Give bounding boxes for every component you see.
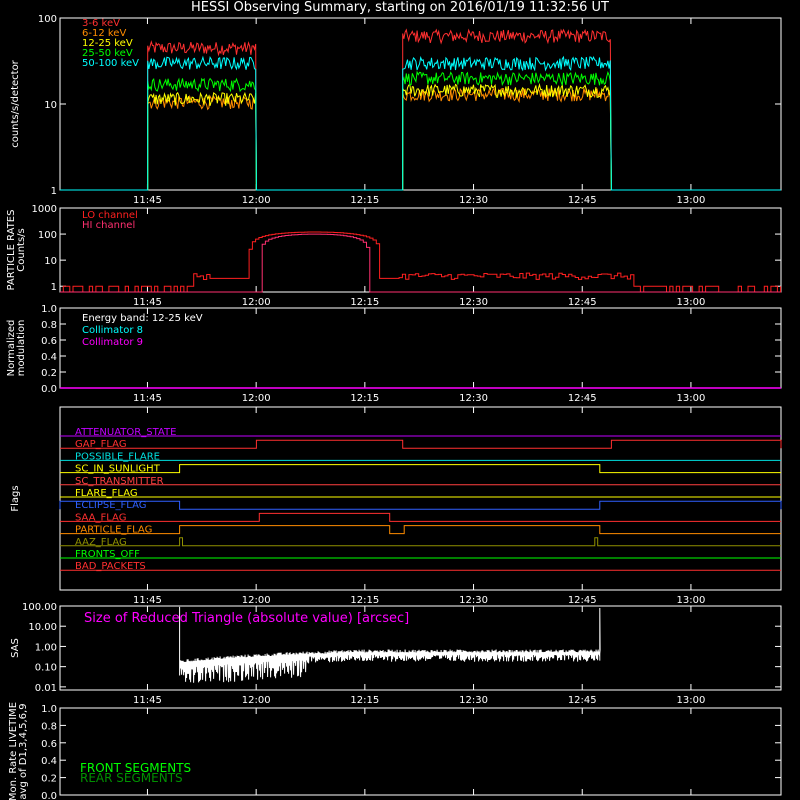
x-tick-label: 12:45 bbox=[568, 393, 597, 404]
x-tick-label: 11:45 bbox=[133, 393, 162, 404]
legend-entry: REAR SEGMENTS bbox=[80, 771, 183, 785]
y-axis-label: SAS bbox=[10, 638, 21, 658]
x-tick-label: 12:00 bbox=[242, 195, 271, 206]
y-tick-label: 0.2 bbox=[41, 368, 57, 379]
flag-label: FRONTS_OFF bbox=[75, 549, 140, 560]
flag-line bbox=[60, 464, 781, 474]
y-tick-label: 0.2 bbox=[41, 774, 57, 785]
series-line bbox=[60, 231, 782, 293]
flag-label: ECLIPSE_FLAG bbox=[75, 500, 146, 511]
x-tick-label: 12:15 bbox=[350, 195, 379, 206]
x-tick-label: 12:00 bbox=[242, 393, 271, 404]
flag-line bbox=[60, 525, 781, 535]
x-tick-label: 13:00 bbox=[677, 297, 706, 308]
x-tick-label: 12:30 bbox=[459, 393, 488, 404]
x-tick-label: 12:30 bbox=[459, 195, 488, 206]
x-tick-label: 12:00 bbox=[242, 595, 271, 606]
y-tick-label: 0.4 bbox=[41, 352, 57, 363]
flag-line bbox=[59, 500, 782, 510]
flag-label: GAP_FLAG bbox=[75, 439, 127, 450]
y-tick-label: 10 bbox=[44, 100, 57, 111]
x-tick-label: 11:45 bbox=[133, 595, 162, 606]
x-tick-label: 11:45 bbox=[133, 695, 162, 706]
legend-entry: Collimator 8 bbox=[82, 325, 143, 336]
series-line bbox=[60, 28, 781, 191]
x-tick-label: 12:30 bbox=[459, 297, 488, 308]
x-tick-label: 12:30 bbox=[459, 595, 488, 606]
summary-plot: 11:45 12:00 12:15 12:30 12:45 13:00 1 10 100 coun… bbox=[6, 14, 782, 800]
flag-label: FLARE_FLAG bbox=[75, 488, 138, 499]
y-tick-label: 100 bbox=[38, 230, 57, 241]
y-tick-label: 1 bbox=[51, 282, 57, 293]
x-tick-label: 12:45 bbox=[568, 595, 597, 606]
y-axis-label: Flags bbox=[10, 485, 21, 511]
x-tick-label: 13:00 bbox=[677, 595, 706, 606]
annotation: Energy band: 12-25 keV bbox=[82, 313, 203, 324]
x-tick-label: 13:00 bbox=[677, 695, 706, 706]
y-tick-label: 100.00 bbox=[22, 602, 57, 613]
y-tick-label: 1000 bbox=[32, 204, 57, 215]
flag-label: AAZ_FLAG bbox=[75, 537, 127, 548]
x-tick-label: 12:15 bbox=[350, 297, 379, 308]
y-tick-label: 0.10 bbox=[35, 663, 57, 674]
y-axis-label: counts/s/detector bbox=[10, 59, 21, 147]
panel-frame-particle-rates bbox=[59, 207, 782, 293]
y-tick-label: 1.0 bbox=[41, 704, 57, 715]
x-tick-label: 12:00 bbox=[242, 695, 271, 706]
flag-label: SAA_FLAG bbox=[75, 512, 126, 523]
y-tick-label: 0.01 bbox=[35, 683, 57, 694]
y-tick-label: 1 bbox=[51, 186, 57, 197]
y-tick-label: 0.6 bbox=[41, 336, 57, 347]
y-tick-label: 0.8 bbox=[41, 721, 57, 732]
y-tick-label: 0.8 bbox=[41, 320, 57, 331]
flag-line bbox=[60, 439, 782, 449]
annotation: Size of Reduced Triangle (absolute value… bbox=[84, 611, 409, 626]
x-tick-label: 13:00 bbox=[677, 393, 706, 404]
x-tick-label: 12:45 bbox=[568, 297, 597, 308]
flag-line bbox=[60, 537, 781, 547]
x-tick-label: 12:15 bbox=[350, 695, 379, 706]
y-tick-label: 0.6 bbox=[41, 739, 57, 750]
x-tick-label: 12:30 bbox=[459, 695, 488, 706]
flag-label: PARTICLE_FLAG bbox=[75, 525, 152, 536]
y-tick-label: 0.4 bbox=[41, 756, 57, 767]
x-tick-label: 12:45 bbox=[568, 195, 597, 206]
legend-entry: Collimator 9 bbox=[82, 337, 143, 348]
legend-entry: HI channel bbox=[82, 220, 135, 231]
series-line bbox=[60, 55, 781, 191]
x-tick-label: 12:00 bbox=[242, 297, 271, 308]
flag-label: SC_TRANSMITTER bbox=[75, 476, 164, 487]
flag-label: ATTENUATOR_STATE bbox=[75, 427, 176, 438]
y-axis-label: avg of D1,3,4,5,6,9 bbox=[18, 703, 29, 799]
series-line bbox=[60, 70, 781, 191]
x-tick-label: 12:15 bbox=[350, 595, 379, 606]
x-tick-label: 12:15 bbox=[350, 393, 379, 404]
y-tick-label: 0.0 bbox=[41, 384, 57, 395]
flag-label: POSSIBLE_FLARE bbox=[75, 451, 160, 462]
y-tick-label: 100 bbox=[38, 14, 57, 25]
y-tick-label: 10 bbox=[44, 256, 57, 267]
y-tick-label: 1.0 bbox=[41, 304, 57, 315]
series-line bbox=[60, 233, 781, 293]
y-axis-label: modulation bbox=[16, 320, 27, 377]
x-tick-label: 11:45 bbox=[133, 195, 162, 206]
flag-label: BAD_PACKETS bbox=[75, 561, 146, 572]
y-tick-label: 10.00 bbox=[28, 622, 57, 633]
flag-label: SC_IN_SUNLIGHT bbox=[75, 464, 161, 475]
y-tick-label: 1.00 bbox=[35, 642, 57, 653]
x-tick-label: 13:00 bbox=[677, 195, 706, 206]
y-axis-label: Counts/s bbox=[16, 228, 27, 272]
flag-line bbox=[60, 512, 781, 522]
legend-entry: 50-100 keV bbox=[82, 58, 139, 69]
series-line bbox=[60, 87, 781, 191]
x-tick-label: 12:45 bbox=[568, 695, 597, 706]
y-tick-label: 0.0 bbox=[41, 791, 57, 800]
x-tick-label: 11:45 bbox=[133, 297, 162, 308]
